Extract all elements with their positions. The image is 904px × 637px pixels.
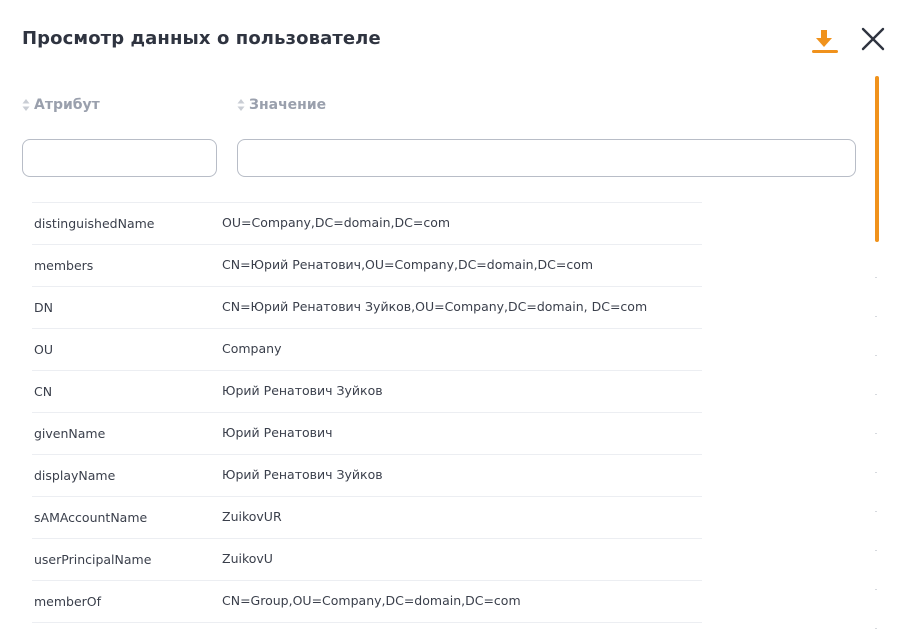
user-data-dialog: Просмотр данных о пользователе Атрибут З… (0, 0, 904, 637)
value-cell: Юрий Ренатович Зуйков (222, 383, 383, 398)
column-header-value[interactable]: Значение (237, 97, 326, 113)
scrollbar-tick (875, 589, 877, 590)
download-button[interactable] (808, 26, 840, 58)
attribute-cell: OU (34, 342, 53, 357)
dialog-title: Просмотр данных о пользователе (22, 28, 381, 49)
scrollbar-tick (875, 316, 877, 317)
scrollbar-tick (875, 628, 877, 629)
attribute-cell: userPrincipalName (34, 552, 152, 567)
sort-icon (22, 99, 30, 111)
table-row: givenName Юрий Ренатович (32, 413, 702, 455)
table-row: sAMAccountName ZuikovUR (32, 497, 702, 539)
value-cell: Company (222, 341, 282, 356)
value-cell: ZuikovUR (222, 509, 282, 524)
attributes-table: distinguishedName OU=Company,DC=domain,D… (32, 202, 702, 623)
value-cell: CN=Юрий Ренатович,OU=Company,DC=domain,D… (222, 257, 594, 272)
table-row: OU Company (32, 329, 702, 371)
download-icon (812, 30, 838, 53)
column-header-attribute[interactable]: Атрибут (22, 97, 100, 113)
column-header-attribute-label: Атрибут (34, 97, 100, 113)
scrollbar-tick (875, 394, 877, 395)
attribute-cell: DN (34, 300, 53, 315)
attribute-cell: displayName (34, 468, 116, 483)
table-row: displayName Юрий Ренатович Зуйков (32, 455, 702, 497)
attribute-cell: givenName (34, 426, 106, 441)
table-row: distinguishedName OU=Company,DC=domain,D… (32, 203, 702, 245)
scrollbar-tick (875, 433, 877, 434)
value-cell: Юрий Ренатович (222, 425, 333, 440)
value-cell: ZuikovU (222, 551, 273, 566)
table-row: DN CN=Юрий Ренатович Зуйков,OU=Company,D… (32, 287, 702, 329)
table-row: CN Юрий Ренатович Зуйков (32, 371, 702, 413)
table-row: members CN=Юрий Ренатович,OU=Company,DC=… (32, 245, 702, 287)
attribute-cell: members (34, 258, 94, 273)
attribute-filter-input[interactable] (22, 139, 217, 177)
attribute-cell: sAMAccountName (34, 510, 148, 525)
table-row: memberOf CN=Group,OU=Company,DC=domain,D… (32, 581, 702, 623)
column-header-value-label: Значение (249, 97, 327, 113)
scrollbar-tick (875, 511, 877, 512)
attribute-cell: CN (34, 384, 53, 399)
value-cell: Юрий Ренатович Зуйков (222, 467, 383, 482)
attribute-cell: distinguishedName (34, 216, 155, 231)
table-row: userPrincipalName ZuikovU (32, 539, 702, 581)
scrollbar-tick (875, 355, 877, 356)
close-button[interactable] (858, 24, 888, 54)
value-cell: OU=Company,DC=domain,DC=com (222, 215, 451, 230)
scrollbar-tick (875, 277, 877, 278)
scrollbar-tick (875, 472, 877, 473)
value-filter-input[interactable] (237, 139, 856, 177)
scrollbar-tick (875, 550, 877, 551)
attribute-cell: memberOf (34, 594, 102, 609)
scrollbar-thumb[interactable] (875, 76, 879, 242)
value-cell: CN=Юрий Ренатович Зуйков,OU=Company,DC=d… (222, 299, 648, 314)
value-cell: CN=Group,OU=Company,DC=domain,DC=com (222, 593, 521, 608)
close-icon (861, 27, 885, 51)
sort-icon (237, 99, 245, 111)
